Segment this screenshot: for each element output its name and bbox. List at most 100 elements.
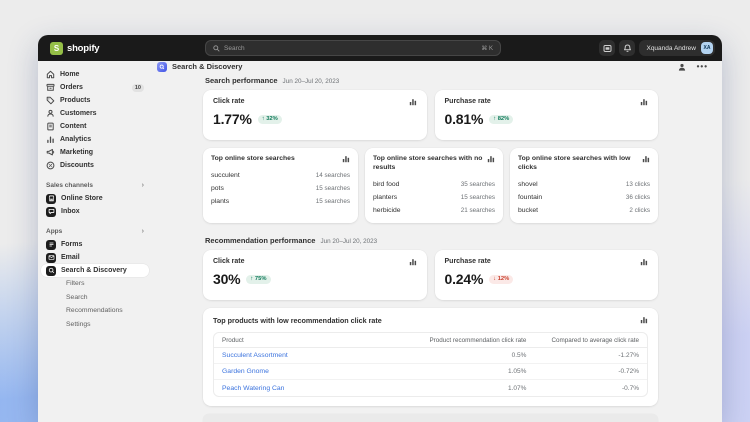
section-title: Search performance (205, 76, 278, 86)
list-item: planters 15 searches (373, 194, 495, 201)
products-table: Product Product recommendation click rat… (213, 332, 648, 397)
sidebar-item-forms[interactable]: Forms (41, 238, 149, 251)
purchase-rate-card: Purchase rate 0.81% ↑ 82% (434, 90, 658, 141)
bar-chart-icon[interactable] (342, 155, 350, 163)
table-row: Succulent Assortment 0.5% -1.27% (214, 348, 647, 364)
rec-click-rate-card: Click rate 30% ↑ 75% (203, 250, 427, 300)
top-searches-card: Top online store searches succulent 14 se… (203, 148, 358, 223)
table-row: Peach Watering Can 1.07% -0.7% (222, 384, 639, 392)
products-icon (46, 96, 55, 105)
chevron-right-icon: › (141, 228, 144, 235)
search-discovery-page-icon (157, 61, 167, 72)
global-search[interactable]: ⌘ K (205, 40, 501, 56)
inbox-icon (46, 206, 56, 217)
sidebar-item-orders[interactable]: Orders 10 (41, 81, 149, 94)
bar-chart-icon[interactable] (640, 98, 648, 106)
sidebar-item-inbox[interactable]: Inbox (41, 205, 149, 218)
analytics-icon (46, 135, 55, 144)
bar-chart-icon[interactable] (640, 316, 648, 324)
more-actions-icon[interactable]: ••• (697, 62, 708, 71)
recommendation-metric-cards: Click rate 30% ↑ 75% Purchase rate 0.24%… (203, 250, 658, 300)
search-performance-header: Search performance Jun 20–Jul 20, 2023 (205, 76, 658, 85)
page-content: Search performance Jun 20–Jul 20, 2023 C… (203, 76, 658, 422)
sidebar-item-analytics[interactable]: Analytics (41, 133, 149, 146)
list-item: bucket 2 clicks (518, 207, 650, 214)
forms-app-icon (46, 239, 56, 250)
table-row: Garden Gnome 1.05% -0.72% (214, 364, 647, 380)
bar-chart-icon[interactable] (409, 258, 417, 266)
discounts-icon (46, 161, 55, 170)
bar-chart-icon[interactable] (640, 258, 648, 266)
shopify-bag-icon: S (50, 41, 63, 55)
store-preview-button[interactable] (599, 40, 616, 56)
metric-value: 30% (213, 271, 241, 287)
sidebar-subitem-recommendations[interactable]: Recommendations (41, 304, 149, 318)
no-results-searches-card: Top online store searches with no result… (365, 148, 503, 223)
sidebar-subitem-search[interactable]: Search (41, 291, 149, 305)
section-title: Recommendation performance (205, 236, 316, 245)
low-clicks-searches-card: Top online store searches with low click… (510, 148, 658, 223)
change-badge: ↑ 75% (246, 274, 271, 284)
online-store-icon (46, 193, 56, 204)
search-icon (213, 44, 220, 52)
click-rate-card: Click rate 1.77% ↑ 32% (203, 90, 427, 141)
metric-value: 1.77% (213, 111, 252, 128)
list-item: herbicide 21 searches (373, 207, 495, 214)
list-item: shovel 13 clicks (518, 181, 650, 188)
orders-count-badge: 10 (131, 83, 144, 92)
orders-icon (46, 83, 55, 92)
sidebar-item-products[interactable]: Products (41, 94, 149, 107)
chevron-right-icon: › (141, 182, 144, 189)
bar-chart-icon[interactable] (642, 155, 650, 163)
notifications-button[interactable] (619, 40, 636, 56)
top-bar: S shopify ⌘ K Xquanda Andrew XA (38, 35, 722, 61)
search-metric-cards: Click rate 1.77% ↑ 32% Purchase rate 0.8… (203, 90, 658, 141)
list-item: fountain 36 clicks (518, 194, 650, 201)
page-title: Search & Discovery (172, 62, 243, 72)
sidebar-item-marketing[interactable]: Marketing (41, 146, 149, 159)
bar-chart-icon[interactable] (487, 155, 495, 163)
account-icon[interactable] (678, 63, 686, 71)
shopify-wordmark: shopify (67, 42, 100, 54)
sidebar-subitem-settings[interactable]: Settings (41, 318, 149, 332)
sidebar-item-discounts[interactable]: Discounts (41, 159, 149, 172)
main-area: Search & Discovery ••• Search performanc… (152, 61, 722, 422)
recommendation-performance-header: Recommendation performance Jun 20–Jul 20… (205, 236, 658, 245)
top-searches-cards: Top online store searches succulent 14 se… (203, 148, 658, 223)
next-card-edge (203, 414, 658, 422)
sidebar-subitem-filters[interactable]: Filters (41, 277, 149, 291)
sidebar: Home Orders 10 Products Customers Conten… (38, 61, 152, 422)
sidebar-item-content[interactable]: Content (41, 120, 149, 133)
sidebar-section-sales-channels[interactable]: Sales channels › (41, 179, 149, 192)
date-range: Jun 20–Jul 20, 2023 (282, 78, 340, 86)
sidebar-item-email[interactable]: Email (41, 251, 149, 264)
change-badge: ↑ 82% (489, 114, 514, 124)
sidebar-section-apps[interactable]: Apps › (41, 225, 149, 238)
search-discovery-app-icon (46, 265, 56, 276)
search-shortcut: ⌘ K (481, 45, 493, 52)
table-title: Top products with low recommendation cli… (213, 316, 382, 325)
sidebar-item-customers[interactable]: Customers (41, 107, 149, 120)
user-name: Xquanda Andrew (646, 44, 696, 52)
product-link[interactable]: Succulent Assortment (222, 352, 389, 359)
shopify-admin-window: S shopify ⌘ K Xquanda Andrew XA (38, 35, 722, 422)
customers-icon (46, 109, 55, 118)
bar-chart-icon[interactable] (409, 98, 417, 106)
shopify-logo[interactable]: S shopify (50, 41, 100, 55)
topbar-actions: Xquanda Andrew XA (599, 40, 715, 56)
product-link[interactable]: Garden Gnome (222, 368, 389, 375)
rec-purchase-rate-card: Purchase rate 0.24% ↓ 12% (434, 250, 658, 300)
list-item: bird food 35 searches (373, 181, 495, 188)
table-header-row: Product Product recommendation click rat… (214, 333, 647, 348)
list-item: plants 15 searches (211, 198, 350, 206)
avatar: XA (701, 42, 713, 54)
sidebar-item-home[interactable]: Home (41, 68, 149, 81)
email-app-icon (46, 252, 56, 263)
user-menu[interactable]: Xquanda Andrew XA (639, 40, 715, 56)
sidebar-item-online-store[interactable]: Online Store (41, 192, 149, 205)
sidebar-item-search-discovery[interactable]: Search & Discovery (41, 264, 149, 277)
product-link[interactable]: Peach Watering Can (222, 385, 389, 392)
search-input[interactable] (224, 44, 478, 52)
metric-value: 0.81% (444, 111, 484, 128)
marketing-icon (46, 148, 55, 157)
